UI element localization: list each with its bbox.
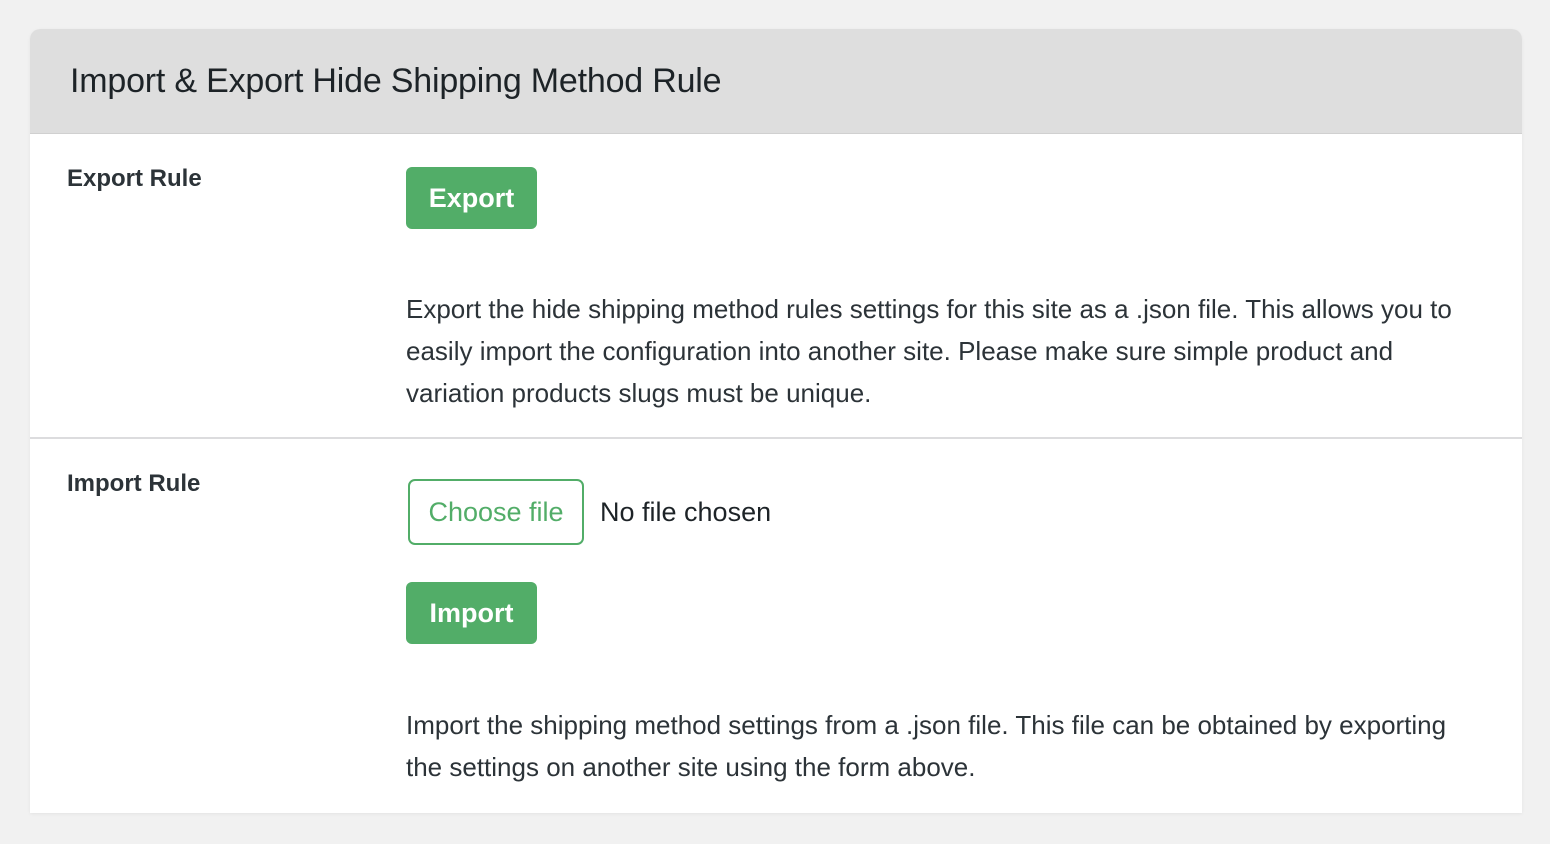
import-description: Import the shipping method settings from… xyxy=(406,710,1447,782)
import-button[interactable]: Import xyxy=(406,582,537,644)
choose-file-button[interactable]: Choose file xyxy=(408,479,584,545)
export-button[interactable]: Export xyxy=(406,167,537,229)
file-status-text: No file chosen xyxy=(600,496,772,527)
export-description: Export the hide shipping method rules se… xyxy=(406,294,1452,408)
export-rule-row: Export Rule Export Export the hide shipp… xyxy=(30,134,1522,439)
panel-title: Import & Export Hide Shipping Method Rul… xyxy=(70,62,722,100)
export-rule-label: Export Rule xyxy=(67,165,202,192)
file-input[interactable]: Choose file No file chosen xyxy=(408,479,771,545)
import-export-panel: Import & Export Hide Shipping Method Rul… xyxy=(30,29,1522,813)
panel-header: Import & Export Hide Shipping Method Rul… xyxy=(30,29,1522,134)
import-rule-row: Import Rule Choose file No file chosen I… xyxy=(30,439,1522,813)
import-rule-label: Import Rule xyxy=(67,470,201,497)
